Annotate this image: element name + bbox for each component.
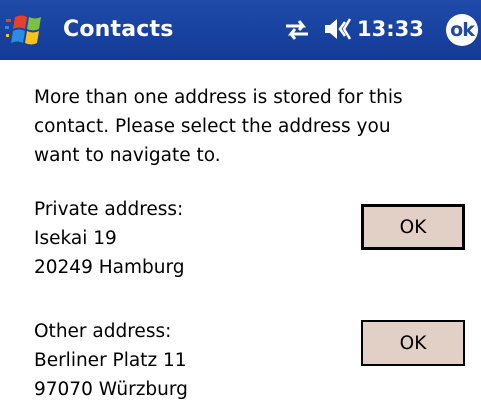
private-address-ok-button[interactable]: OK bbox=[361, 204, 465, 250]
private-address-block: Private address: Isekai 19 20249 Hamburg bbox=[34, 195, 294, 282]
address-city: 20249 Hamburg bbox=[34, 257, 185, 278]
dialog-message: More than one address is stored for this… bbox=[34, 83, 454, 170]
ok-title-button[interactable]: ok bbox=[446, 14, 478, 46]
address-street: Isekai 19 bbox=[34, 228, 117, 249]
clock-time[interactable]: 13:33 bbox=[357, 17, 424, 41]
message-line: contact. Please select the address you bbox=[34, 116, 391, 137]
speaker-icon[interactable] bbox=[323, 16, 353, 42]
title-bar: Contacts 13:33 ok bbox=[0, 0, 481, 60]
windows-flag-icon[interactable] bbox=[5, 13, 53, 49]
address-city: 97070 Würzburg bbox=[34, 379, 188, 400]
message-line: want to navigate to. bbox=[34, 145, 221, 166]
address-street: Berliner Platz 11 bbox=[34, 350, 187, 371]
connectivity-icon[interactable] bbox=[283, 18, 311, 42]
address-heading: Other address: bbox=[34, 321, 172, 342]
window-title: Contacts bbox=[63, 17, 174, 42]
other-address-ok-button[interactable]: OK bbox=[361, 320, 465, 366]
address-heading: Private address: bbox=[34, 199, 184, 220]
other-address-block: Other address: Berliner Platz 11 97070 W… bbox=[34, 317, 294, 404]
message-line: More than one address is stored for this bbox=[34, 87, 403, 108]
